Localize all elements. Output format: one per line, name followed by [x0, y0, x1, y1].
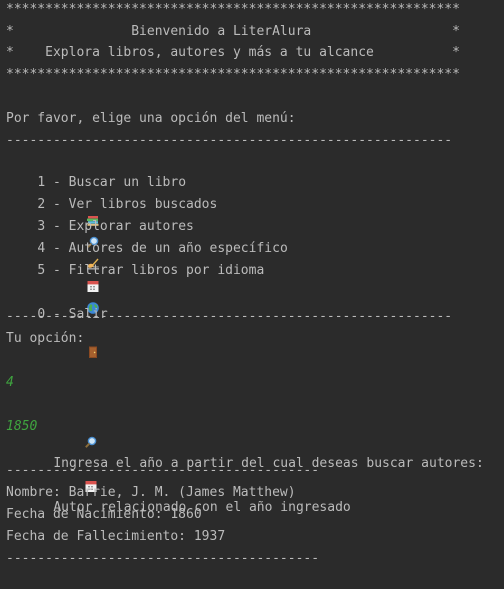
menu-separator-top: ----------------------------------------…: [6, 133, 453, 148]
menu-prompt: Por favor, elige una opción del menú:: [6, 111, 296, 126]
menu-item-filtrar-idioma: 5 - Filtrar libros por idioma: [6, 241, 264, 314]
result-header: Autor relacionado con el año ingresado: [6, 439, 351, 515]
option-prompt: Tu opción:: [6, 331, 85, 346]
menu-separator-bottom: ----------------------------------------…: [6, 309, 453, 324]
year-input[interactable]: 1850: [6, 417, 37, 437]
menu-item-buscar-libro: 1 - Buscar un libro: [6, 153, 186, 226]
banner-tagline-line: * Explora libros, autores y más a tu alc…: [6, 45, 460, 60]
console-output: ****************************************…: [6, 0, 502, 589]
banner-bottom-border: ****************************************…: [6, 67, 460, 82]
menu-item-label: 5 - Filtrar libros por idioma: [37, 263, 265, 278]
menu-item-salir: 0 - Salir: [6, 285, 108, 358]
menu-item-explorar-autores: 3 - Explorar autores: [6, 197, 194, 270]
magnifier-right-icon: [37, 415, 97, 448]
year-prompt: Ingresa el año a partir del cual deseas …: [6, 395, 484, 471]
menu-item-ver-libros: 2 - Ver libros buscados: [6, 175, 217, 248]
banner-top-border: ****************************************…: [6, 2, 460, 17]
result-separator-top: ----------------------------------------: [6, 463, 320, 478]
author-name: Nombre: Barrie, J. M. (James Matthew): [6, 485, 296, 500]
user-choice-input[interactable]: 4: [6, 373, 14, 393]
result-separator-bottom: ----------------------------------------: [6, 551, 320, 566]
menu-item-autores-anio: 4 - Autores de un año específico: [6, 219, 288, 292]
author-death: Fecha de Fallecimiento: 1937: [6, 529, 226, 544]
banner-welcome-line: * Bienvenido a LiterAlura *: [6, 24, 460, 39]
author-birth: Fecha de Nacimiento: 1860: [6, 507, 202, 522]
